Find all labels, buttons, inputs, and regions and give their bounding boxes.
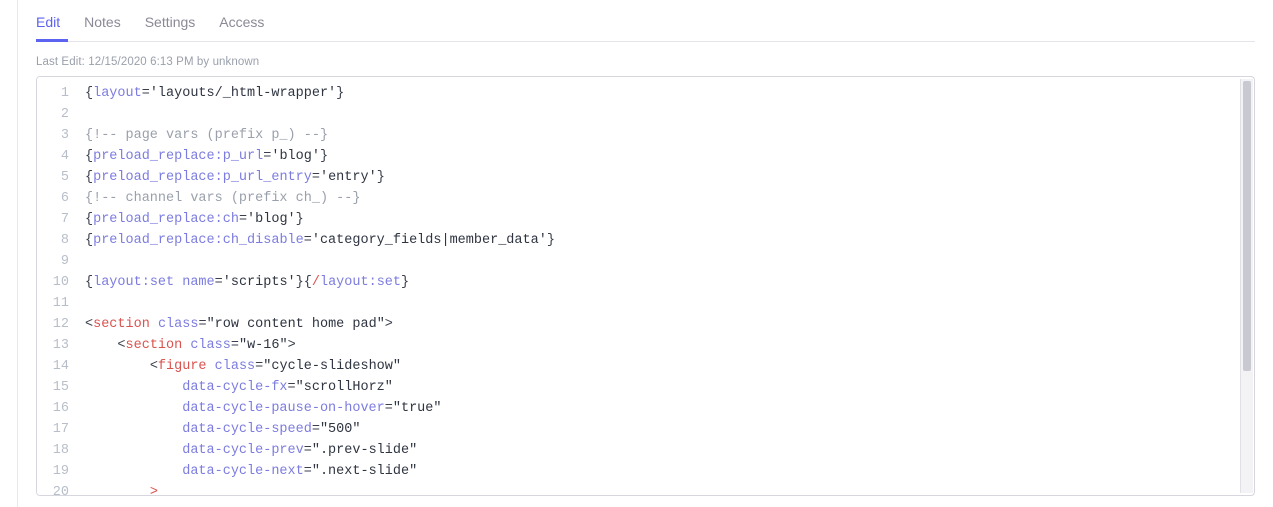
- code-line[interactable]: {layout='layouts/_html-wrapper'}: [85, 83, 1244, 104]
- code-line[interactable]: data-cycle-speed="500": [85, 419, 1244, 440]
- code-line[interactable]: <figure class="cycle-slideshow": [85, 356, 1244, 377]
- line-number: 18: [37, 440, 69, 461]
- content-area: Edit Notes Settings Access Last Edit: 12…: [18, 0, 1273, 507]
- line-number: 11: [37, 293, 69, 314]
- line-number: 19: [37, 461, 69, 482]
- line-number: 4: [37, 146, 69, 167]
- last-edit-prefix: Last Edit:: [36, 56, 88, 68]
- line-number: 13: [37, 335, 69, 356]
- line-number: 6: [37, 188, 69, 209]
- line-number: 8: [37, 230, 69, 251]
- tab-access[interactable]: Access: [207, 14, 276, 41]
- code-line[interactable]: data-cycle-prev=".prev-slide": [85, 440, 1244, 461]
- tab-settings[interactable]: Settings: [133, 14, 208, 41]
- tab-bar: Edit Notes Settings Access: [36, 0, 1255, 42]
- code-line[interactable]: data-cycle-pause-on-hover="true": [85, 398, 1244, 419]
- last-edit-value: 12/15/2020 6:13 PM by unknown: [88, 56, 259, 68]
- code-line[interactable]: <section class="row content home pad">: [85, 314, 1244, 335]
- line-number-gutter: 1234567891011121314151617181920: [37, 77, 75, 495]
- line-number: 15: [37, 377, 69, 398]
- line-number: 16: [37, 398, 69, 419]
- line-number: 20: [37, 482, 69, 496]
- line-number: 2: [37, 104, 69, 125]
- code-line[interactable]: {preload_replace:p_url='blog'}: [85, 146, 1244, 167]
- code-line[interactable]: {preload_replace:ch='blog'}: [85, 209, 1244, 230]
- tab-edit[interactable]: Edit: [36, 14, 72, 41]
- vertical-scrollbar[interactable]: [1240, 79, 1253, 493]
- code-line[interactable]: {preload_replace:ch_disable='category_fi…: [85, 230, 1244, 251]
- page-root: Edit Notes Settings Access Last Edit: 12…: [0, 0, 1273, 507]
- code-line[interactable]: {layout:set name='scripts'}{/layout:set}: [85, 272, 1244, 293]
- code-line[interactable]: >: [85, 482, 1244, 496]
- line-number: 10: [37, 272, 69, 293]
- line-number: 1: [37, 83, 69, 104]
- left-edge-strip: [0, 0, 18, 507]
- line-number: 14: [37, 356, 69, 377]
- line-number: 5: [37, 167, 69, 188]
- code-editor-viewport: 1234567891011121314151617181920 {layout=…: [37, 77, 1254, 495]
- last-edit-caption: Last Edit: 12/15/2020 6:13 PM by unknown: [36, 56, 1255, 68]
- code-editor[interactable]: 1234567891011121314151617181920 {layout=…: [36, 76, 1255, 496]
- line-number: 17: [37, 419, 69, 440]
- code-line[interactable]: {preload_replace:p_url_entry='entry'}: [85, 167, 1244, 188]
- line-number: 3: [37, 125, 69, 146]
- line-number: 9: [37, 251, 69, 272]
- code-line[interactable]: {!-- channel vars (prefix ch_) --}: [85, 188, 1244, 209]
- code-line[interactable]: data-cycle-fx="scrollHorz": [85, 377, 1244, 398]
- code-line[interactable]: [85, 293, 1244, 314]
- code-line[interactable]: <section class="w-16">: [85, 335, 1244, 356]
- line-number: 12: [37, 314, 69, 335]
- code-line[interactable]: [85, 104, 1244, 125]
- code-line[interactable]: data-cycle-next=".next-slide": [85, 461, 1244, 482]
- code-line[interactable]: {!-- page vars (prefix p_) --}: [85, 125, 1244, 146]
- line-number: 7: [37, 209, 69, 230]
- vertical-scrollbar-thumb[interactable]: [1243, 81, 1251, 371]
- tab-notes[interactable]: Notes: [72, 14, 133, 41]
- code-body[interactable]: {layout='layouts/_html-wrapper'} {!-- pa…: [75, 77, 1254, 495]
- code-line[interactable]: [85, 251, 1244, 272]
